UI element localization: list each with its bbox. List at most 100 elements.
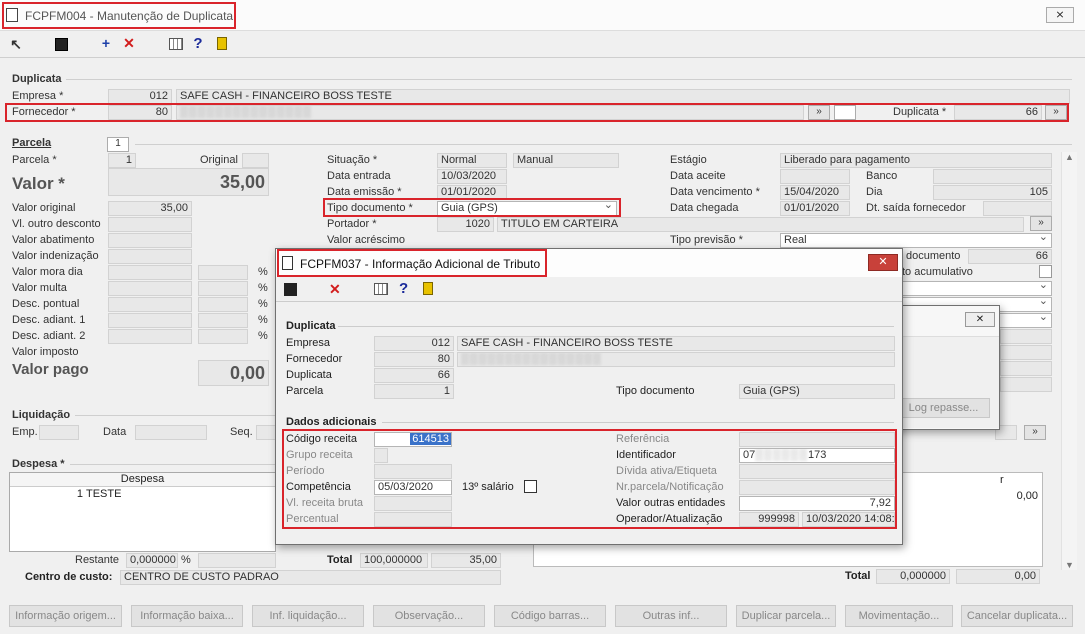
duplicar-parcela-button[interactable]: Duplicar parcela... [736, 605, 836, 627]
dialog-close-button[interactable]: ✕ [868, 254, 898, 271]
desc-adiant-1-field[interactable] [108, 313, 192, 328]
restante-field: 0,000000 [126, 553, 178, 568]
exit-icon[interactable] [214, 35, 230, 51]
pontual-pct-field[interactable] [198, 297, 248, 312]
scroll-up-icon[interactable]: ▲ [1065, 152, 1074, 162]
log-repasse-button[interactable]: Log repasse... [897, 398, 990, 418]
mora-pct-field[interactable] [198, 265, 248, 280]
original-label: Original [200, 154, 238, 166]
liq-data-field[interactable] [135, 425, 207, 440]
situacao-tipo-field: Manual [513, 153, 619, 168]
despesa-total-value: 35,00 [431, 553, 501, 568]
tributo-dialog: FCPFM037 - Informação Adicional de Tribu… [275, 248, 903, 545]
banco-field[interactable] [933, 169, 1052, 184]
adiant-1-pct-field[interactable] [198, 313, 248, 328]
valor-abatimento-field[interactable] [108, 233, 192, 248]
desc-pontual-field[interactable] [108, 297, 192, 312]
data-aceite-field[interactable] [780, 169, 850, 184]
valor-indenizacao-field[interactable] [108, 249, 192, 264]
window-close-button[interactable]: ⨯ [1046, 7, 1074, 23]
divida-field [739, 464, 895, 479]
acumulativo-checkbox[interactable] [1039, 265, 1052, 278]
decimo-terceiro-checkbox[interactable] [524, 480, 537, 493]
periodo-field [374, 464, 452, 479]
extra-field-2 [1000, 345, 1052, 360]
valor-mora-dia-field[interactable] [108, 265, 192, 280]
delete-icon[interactable]: ✕ [329, 281, 341, 298]
scroll-down-icon[interactable]: ▼ [1065, 560, 1074, 570]
dialog-fornecedor-label: Fornecedor [286, 353, 343, 365]
adiant-2-pct-field[interactable] [198, 329, 248, 344]
inf-liquidacao-button[interactable]: Inf. liquidação... [252, 605, 364, 627]
observacao-button[interactable]: Observação... [373, 605, 485, 627]
fornecedor-code-field[interactable]: 80 [108, 105, 172, 120]
valor-multa-field[interactable] [108, 281, 192, 296]
save-icon[interactable] [53, 36, 69, 52]
grid-icon[interactable] [168, 36, 184, 52]
background-dialog-close-button[interactable]: ✕ [965, 312, 995, 327]
exit-icon[interactable] [423, 282, 433, 295]
portador-code-field[interactable]: 1020 [437, 217, 494, 232]
dialog-tipo-documento-field: Guia (GPS) [739, 384, 895, 399]
informacao-baixa-button[interactable]: Informação baixa... [131, 605, 243, 627]
despesa-table[interactable]: Despesa 1 TESTE [9, 472, 276, 552]
cancelar-duplicata-button[interactable]: Cancelar duplicata... [961, 605, 1073, 627]
pct-label: % [258, 298, 268, 310]
codigo-barras-button[interactable]: Código barras... [494, 605, 606, 627]
valor-field[interactable]: 35,00 [108, 168, 269, 196]
vl-outro-desconto-label: Vl. outro desconto [12, 218, 101, 230]
parcela-field[interactable]: 1 [108, 153, 136, 168]
codigo-receita-input[interactable]: 614513 [374, 432, 452, 447]
table-row[interactable]: 1 TESTE [10, 487, 275, 501]
informacao-origem-button[interactable]: Informação origem... [9, 605, 122, 627]
data-emissao-field[interactable]: 01/01/2020 [437, 185, 507, 200]
grid-icon[interactable] [374, 283, 388, 295]
save-icon[interactable] [284, 283, 297, 296]
multa-pct-field[interactable] [198, 281, 248, 296]
delete-icon[interactable]: ✕ [121, 35, 137, 51]
valor-outras-input[interactable]: 7,92 [739, 496, 895, 511]
movimentacao-button[interactable]: Movimentação... [845, 605, 953, 627]
duplicata-lookup-button[interactable]: » [1045, 105, 1067, 120]
restante-label: Restante [75, 554, 120, 566]
duplicata-field[interactable]: 66 [954, 105, 1042, 120]
help-icon[interactable]: ? [190, 35, 206, 52]
liq-seq-field[interactable] [256, 425, 276, 440]
back-icon[interactable]: ↖ [8, 36, 24, 52]
toolbar-divider [0, 57, 1085, 58]
valor-pago-field: 0,00 [198, 360, 269, 386]
fornecedor-extra-button[interactable] [834, 105, 856, 120]
tipo-documento-select[interactable]: Guia (GPS) [437, 201, 617, 216]
operador-code-field: 999998 [739, 512, 799, 527]
extra-select-1[interactable] [900, 281, 1052, 296]
vertical-scrollbar[interactable]: ▲ ▼ [1061, 152, 1077, 570]
right-col-header: r [1000, 474, 1004, 486]
help-icon[interactable]: ? [399, 280, 408, 297]
desc-adiant-2-field[interactable] [108, 329, 192, 344]
identificador-input[interactable]: 07▒▒▒▒▒▒173 [739, 448, 895, 463]
outras-inf-button[interactable]: Outras inf... [615, 605, 727, 627]
liq-lookup-button[interactable]: » [1024, 425, 1046, 440]
data-entrada-field[interactable]: 10/03/2020 [437, 169, 507, 184]
situacao-field[interactable]: Normal [437, 153, 507, 168]
portador-lookup-button[interactable]: » [1030, 216, 1052, 231]
dt-saida-field[interactable] [983, 201, 1052, 216]
add-icon[interactable]: + [98, 35, 114, 51]
competencia-input[interactable]: 05/03/2020 [374, 480, 452, 495]
restante-pct-label: % [181, 554, 191, 566]
dialog-duplicata-field: 66 [374, 368, 454, 383]
liq-emp-field[interactable] [39, 425, 79, 440]
tipo-documento-label: Tipo documento * [327, 202, 413, 214]
tipo-previsao-select[interactable]: Real [780, 233, 1052, 248]
despesa-total-label: Total [327, 554, 353, 566]
despesa-group-label: Despesa * [12, 458, 65, 470]
vl-outro-desconto-field[interactable] [108, 217, 192, 232]
estagio-field: Liberado para pagamento [780, 153, 1052, 168]
empresa-code-field[interactable]: 012 [108, 89, 172, 104]
valor-original-field[interactable]: 35,00 [108, 201, 192, 216]
tipo-previsao-label: Tipo previsão * [670, 234, 743, 246]
data-vencimento-field[interactable]: 15/04/2020 [780, 185, 850, 200]
fornecedor-lookup-button[interactable]: » [808, 105, 830, 120]
parcela-tab[interactable]: 1 [107, 137, 129, 152]
data-chegada-field[interactable]: 01/01/2020 [780, 201, 850, 216]
